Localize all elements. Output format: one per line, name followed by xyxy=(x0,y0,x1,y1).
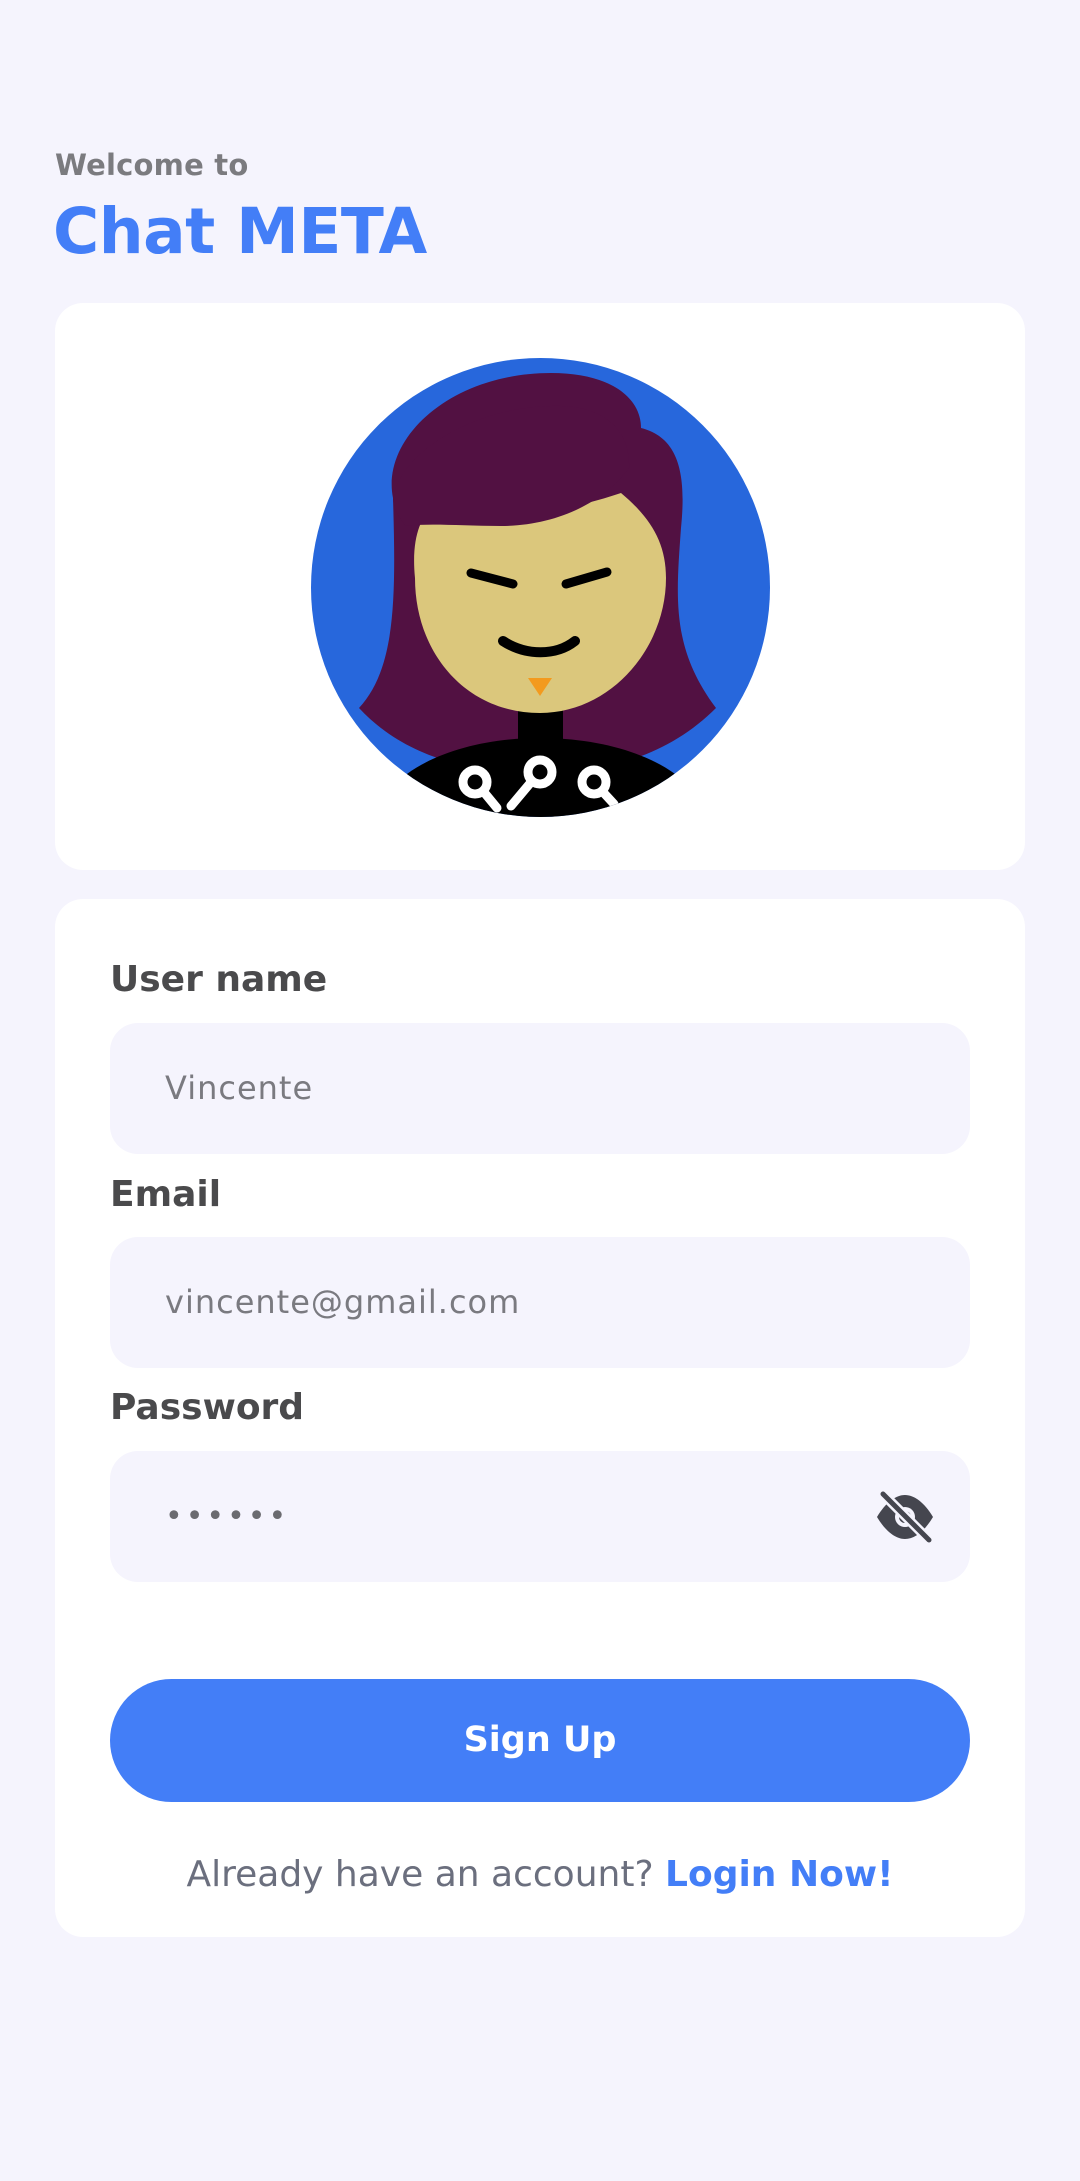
email-value: vincente@gmail.com xyxy=(165,1283,521,1321)
login-prompt: Already have an account? Login Now! xyxy=(55,1854,1025,1895)
welcome-text: Welcome to xyxy=(55,148,249,182)
username-value: Vincente xyxy=(165,1069,314,1107)
username-label: User name xyxy=(110,959,328,1000)
email-label: Email xyxy=(110,1174,222,1215)
signup-form-card: User name Vincente Email vincente@gmail.… xyxy=(55,899,1025,1937)
username-field[interactable]: Vincente xyxy=(110,1023,970,1154)
password-field[interactable]: •••••• xyxy=(110,1451,970,1582)
login-prompt-text: Already have an account? xyxy=(186,1854,654,1895)
password-value: •••••• xyxy=(165,1499,290,1534)
password-label: Password xyxy=(110,1387,305,1428)
app-title: Chat META xyxy=(53,195,427,268)
eye-off-icon[interactable] xyxy=(874,1489,936,1545)
email-field[interactable]: vincente@gmail.com xyxy=(110,1237,970,1368)
sign-up-button[interactable]: Sign Up xyxy=(110,1679,970,1802)
login-now-link[interactable]: Login Now! xyxy=(665,1854,893,1895)
avatar[interactable] xyxy=(311,358,770,817)
avatar-card xyxy=(55,303,1025,870)
avatar-illustration-icon xyxy=(311,358,770,817)
